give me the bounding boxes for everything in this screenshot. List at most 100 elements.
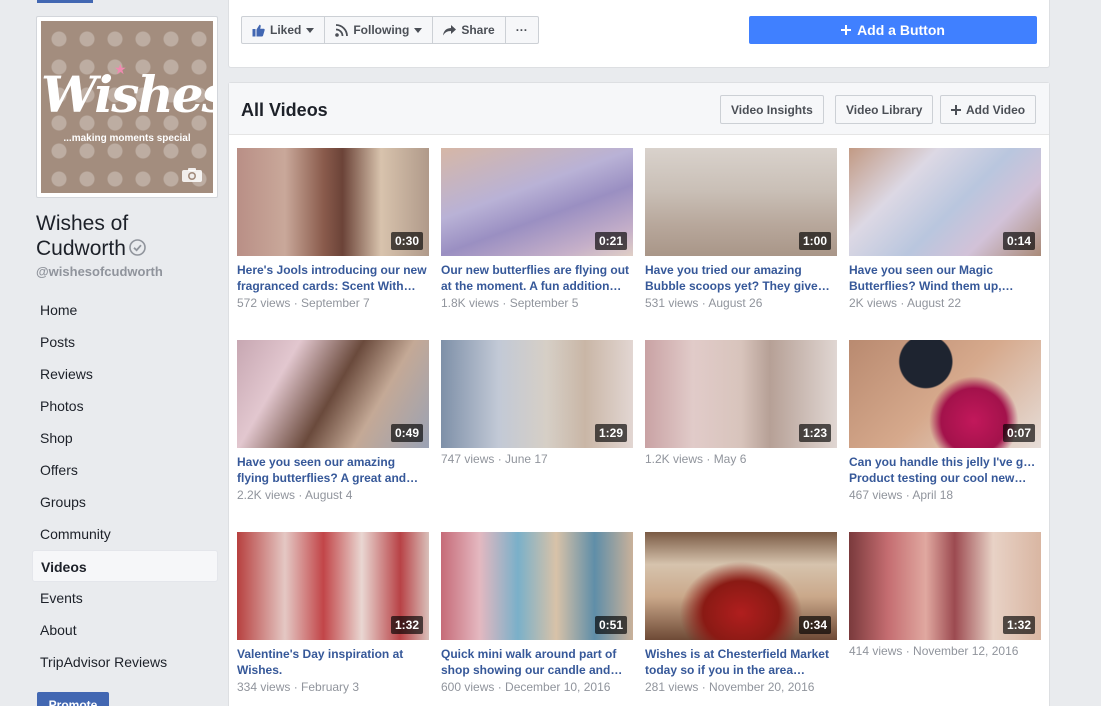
video-card[interactable]: 0:30 Here's Jools introducing our new fra… [237,148,429,312]
profile-picture[interactable]: Wishes ★ ...making moments special [36,16,218,198]
video-thumbnail[interactable]: 0:51 [441,532,633,640]
video-meta: 1.8K views · September 5 [441,296,579,310]
thumbs-up-icon [252,24,265,36]
logo-wordmark: Wishes [41,65,213,124]
video-duration: 0:51 [594,616,627,634]
video-thumbnail[interactable]: 0:49 [237,340,429,448]
video-card[interactable]: 1:23 1.2K views · May 6 [645,340,837,468]
video-meta: 334 views · February 3 [237,680,360,694]
profile-logo: Wishes ★ ...making moments special [41,21,213,193]
video-library-button[interactable]: Video Library [835,95,934,124]
video-card[interactable]: 0:34 Wishes is at Chesterfield Market tod… [645,532,837,696]
video-card[interactable]: 0:07 Can you handle this jelly I've got?… [849,340,1041,504]
rss-icon [335,23,349,37]
video-meta: 414 views · November 12, 2016 [849,644,1019,658]
page-name-line1: Wishes of [36,212,129,235]
page-action-buttons: Liked Following Share ··· [241,16,539,44]
video-title[interactable]: Wishes is at Chesterfield Market today so… [645,646,837,678]
nav-item-offers[interactable]: Offers [32,454,218,486]
nav-item-shop[interactable]: Shop [32,422,218,454]
video-duration: 1:23 [798,424,831,442]
add-a-button[interactable]: Add a Button [749,16,1037,44]
video-meta: 572 views · September 7 [237,296,370,310]
video-title[interactable]: Can you handle this jelly I've got? Produ… [849,454,1041,486]
video-meta: 467 views · April 18 [849,488,954,502]
video-title[interactable]: Have you tried our amazing Bubble scoops … [645,262,837,294]
camera-icon[interactable] [181,167,203,183]
video-duration: 1:32 [1002,616,1035,634]
video-card[interactable]: 1:29 747 views · June 17 [441,340,633,468]
verified-check-icon [129,239,146,256]
nav-item-videos[interactable]: Videos [32,550,218,582]
video-title[interactable]: Quick mini walk around part of shop showi… [441,646,633,678]
video-thumbnail[interactable]: 1:00 [645,148,837,256]
share-label: Share [461,23,495,37]
chevron-down-icon [306,27,315,33]
video-thumbnail[interactable]: 0:34 [645,532,837,640]
video-duration: 0:14 [1002,232,1035,250]
videos-panel-title: All Videos [241,100,328,120]
video-card[interactable]: 1:32 414 views · November 12, 2016 [849,532,1041,660]
video-card[interactable]: 0:14 Have you seen our Magic Butterflies?… [849,148,1041,312]
video-meta: 531 views · August 26 [645,296,763,310]
video-card[interactable]: 0:21 Our new butterflies are flying out a… [441,148,633,312]
video-title[interactable]: Valentine's Day inspiration at Wishes. [237,646,429,678]
nav-item-about[interactable]: About [32,614,218,646]
video-thumbnail[interactable]: 1:32 [237,532,429,640]
video-meta: 600 views · December 10, 2016 [441,680,611,694]
video-duration: 0:07 [1002,424,1035,442]
nav-item-groups[interactable]: Groups [32,486,218,518]
video-card[interactable]: 0:51 Quick mini walk around part of shop … [441,532,633,696]
nav-item-photos[interactable]: Photos [32,390,218,422]
page-name[interactable]: Wishes of Cudworth [36,211,216,261]
video-card[interactable]: 1:00 Have you tried our amazing Bubble sc… [645,148,837,312]
video-title[interactable]: Have you seen our Magic Butterflies? Wind… [849,262,1041,294]
video-card[interactable]: 0:49 Have you seen our amazing flying but… [237,340,429,504]
page-name-line2: Cudworth [36,237,126,260]
page-handle[interactable]: @wishesofcudworth [36,264,163,279]
logo-tagline: ...making moments special [63,133,191,144]
nav-item-home[interactable]: Home [32,294,218,326]
video-title[interactable]: Here's Jools introducing our new fragranc… [237,262,429,294]
video-insights-button[interactable]: Video Insights [720,95,824,124]
promote-button[interactable]: Promote [37,692,109,706]
video-meta: 747 views · June 17 [441,452,548,466]
left-column: Wishes ★ ...making moments special Wishe… [0,0,228,706]
video-title[interactable]: Have you seen our amazing flying butterfl… [237,454,429,486]
following-button[interactable]: Following [325,17,434,43]
video-duration: 0:49 [390,424,423,442]
video-thumbnail[interactable]: 0:07 [849,340,1041,448]
video-card[interactable]: 1:32 Valentine's Day inspiration at Wishe… [237,532,429,696]
chevron-down-icon [414,27,423,33]
star-icon: ★ [114,61,127,77]
nav-item-reviews[interactable]: Reviews [32,358,218,390]
add-a-button-label: Add a Button [857,22,945,38]
nav-item-posts[interactable]: Posts [32,326,218,358]
video-thumbnail[interactable]: 1:23 [645,340,837,448]
liked-button[interactable]: Liked [242,17,326,43]
more-options-button[interactable]: ··· [506,17,538,43]
liked-label: Liked [270,23,302,37]
video-thumbnail[interactable]: 0:14 [849,148,1041,256]
video-duration: 0:34 [798,616,831,634]
nav-item-community[interactable]: Community [32,518,218,550]
video-thumbnail[interactable]: 0:30 [237,148,429,256]
video-meta: 2.2K views · August 4 [237,488,353,502]
video-meta: 2K views · August 22 [849,296,962,310]
video-meta: 281 views · November 20, 2016 [645,680,815,694]
video-thumbnail[interactable]: 1:32 [849,532,1041,640]
video-duration: 1:32 [390,616,423,634]
plus-icon [951,104,961,115]
share-arrow-icon [443,24,457,35]
nav-item-tripadvisor-reviews[interactable]: TripAdvisor Reviews [32,646,218,678]
nav-item-events[interactable]: Events [32,582,218,614]
video-title[interactable]: Our new butterflies are flying out at the… [441,262,633,294]
video-thumbnail[interactable]: 0:21 [441,148,633,256]
page-nav: Home Posts Reviews Photos Shop Offers Gr… [32,294,218,678]
plus-icon [841,25,852,35]
share-button[interactable]: Share [433,17,506,43]
video-meta: 1.2K views · May 6 [645,452,747,466]
add-video-button[interactable]: Add Video [940,95,1037,124]
more-dots-icon: ··· [515,23,528,37]
video-thumbnail[interactable]: 1:29 [441,340,633,448]
